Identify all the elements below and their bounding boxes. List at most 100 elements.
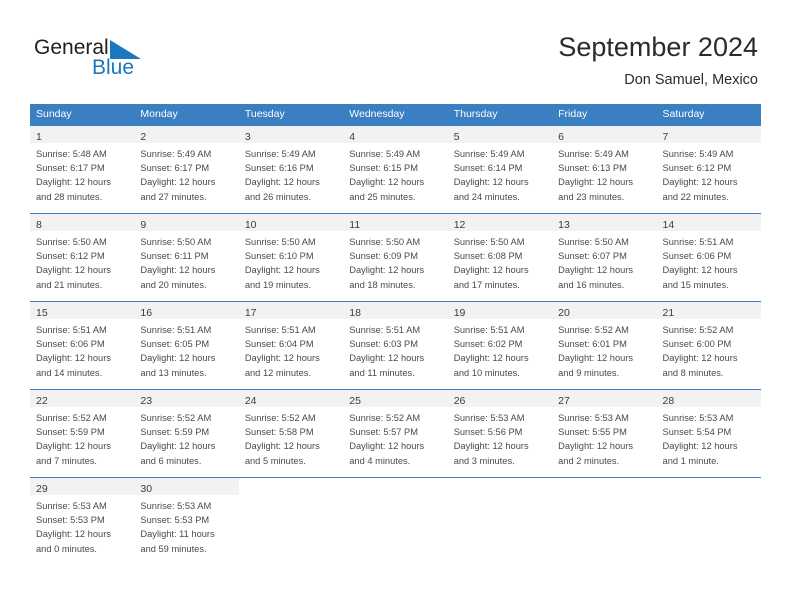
daylight-line-2: and 28 minutes.: [36, 191, 103, 202]
day-number-band: 13: [552, 214, 657, 231]
day-cell[interactable]: 16 Sunrise: 5:51 AM Sunset: 6:05 PM Dayl…: [134, 302, 239, 389]
day-cell[interactable]: 5 Sunrise: 5:49 AM Sunset: 6:14 PM Dayli…: [447, 126, 553, 213]
day-cell[interactable]: 20 Sunrise: 5:52 AM Sunset: 6:01 PM Dayl…: [552, 302, 657, 389]
daylight-line-2: and 14 minutes.: [36, 367, 103, 378]
day-details: Sunrise: 5:51 AM Sunset: 6:02 PM Dayligh…: [448, 319, 552, 380]
day-details: Sunrise: 5:53 AM Sunset: 5:53 PM Dayligh…: [134, 495, 238, 556]
sunset-line: Sunset: 5:55 PM: [558, 427, 627, 438]
page-header: General Blue September 2024 Don Samuel, …: [0, 0, 792, 100]
day-cell[interactable]: 15 Sunrise: 5:51 AM Sunset: 6:06 PM Dayl…: [30, 302, 135, 389]
daylight-line-1: Daylight: 12 hours: [662, 353, 738, 364]
day-details: Sunrise: 5:52 AM Sunset: 6:01 PM Dayligh…: [552, 319, 656, 380]
day-number-band: 5: [447, 126, 553, 143]
sunrise-line: Sunrise: 5:51 AM: [349, 325, 421, 335]
day-number-band: 19: [447, 302, 553, 319]
day-number-band: 16: [134, 302, 239, 319]
daylight-line-1: Daylight: 12 hours: [140, 353, 216, 364]
calendar-grid: Sunday Monday Tuesday Wednesday Thursday…: [30, 104, 761, 565]
day-number-band: 17: [238, 302, 344, 319]
day-cell[interactable]: 6 Sunrise: 5:49 AM Sunset: 6:13 PM Dayli…: [552, 126, 657, 213]
day-number: 1: [36, 131, 42, 143]
day-details: Sunrise: 5:50 AM Sunset: 6:07 PM Dayligh…: [552, 231, 656, 292]
day-number: 29: [36, 483, 48, 495]
day-details: Sunrise: 5:51 AM Sunset: 6:06 PM Dayligh…: [30, 319, 134, 380]
sunrise-line: Sunrise: 5:51 AM: [36, 325, 107, 335]
day-number: 7: [662, 131, 669, 143]
day-cell[interactable]: 1 Sunrise: 5:48 AM Sunset: 6:17 PM Dayli…: [30, 126, 135, 213]
sunrise-line: Sunrise: 5:49 AM: [453, 149, 525, 159]
day-cell-empty: [447, 478, 553, 565]
day-cell[interactable]: 14 Sunrise: 5:51 AM Sunset: 6:06 PM Dayl…: [656, 214, 761, 301]
sunset-line: Sunset: 6:00 PM: [662, 339, 732, 350]
daylight-line-1: Daylight: 12 hours: [36, 177, 111, 188]
day-cell[interactable]: 27 Sunrise: 5:53 AM Sunset: 5:55 PM Dayl…: [552, 390, 657, 477]
daylight-line-2: and 18 minutes.: [349, 279, 416, 290]
day-number-band: 30: [134, 478, 239, 495]
daylight-line-1: Daylight: 12 hours: [349, 441, 425, 452]
daylight-line-2: and 26 minutes.: [244, 191, 311, 202]
day-number: 28: [662, 395, 675, 407]
day-number-band: 26: [447, 390, 553, 407]
daylight-line-1: Daylight: 12 hours: [558, 353, 634, 364]
sunset-line: Sunset: 5:54 PM: [662, 427, 732, 438]
sunset-line: Sunset: 5:53 PM: [140, 515, 210, 526]
weekday-tuesday: Tuesday: [244, 108, 285, 120]
day-cell[interactable]: 25 Sunrise: 5:52 AM Sunset: 5:57 PM Dayl…: [343, 390, 448, 477]
day-cell[interactable]: 22 Sunrise: 5:52 AM Sunset: 5:59 PM Dayl…: [30, 390, 135, 477]
week-row: 8 Sunrise: 5:50 AM Sunset: 6:12 PM Dayli…: [30, 213, 761, 301]
day-cell[interactable]: 7 Sunrise: 5:49 AM Sunset: 6:12 PM Dayli…: [656, 126, 761, 213]
weekday-friday: Friday: [558, 108, 588, 120]
day-cell[interactable]: 2 Sunrise: 5:49 AM Sunset: 6:17 PM Dayli…: [134, 126, 239, 213]
day-number: 16: [140, 307, 153, 319]
daylight-line-2: and 10 minutes.: [453, 367, 520, 378]
sunrise-line: Sunrise: 5:52 AM: [36, 413, 107, 423]
week-row: 1 Sunrise: 5:48 AM Sunset: 6:17 PM Dayli…: [30, 125, 761, 213]
day-cell[interactable]: 13 Sunrise: 5:50 AM Sunset: 6:07 PM Dayl…: [552, 214, 657, 301]
day-cell[interactable]: 12 Sunrise: 5:50 AM Sunset: 6:08 PM Dayl…: [447, 214, 553, 301]
day-cell[interactable]: 18 Sunrise: 5:51 AM Sunset: 6:03 PM Dayl…: [343, 302, 448, 389]
day-cell[interactable]: 9 Sunrise: 5:50 AM Sunset: 6:11 PM Dayli…: [134, 214, 239, 301]
day-cell[interactable]: 8 Sunrise: 5:50 AM Sunset: 6:12 PM Dayli…: [30, 214, 135, 301]
day-number-band: 20: [552, 302, 657, 319]
day-cell[interactable]: 17 Sunrise: 5:51 AM Sunset: 6:04 PM Dayl…: [238, 302, 344, 389]
day-cell[interactable]: 21 Sunrise: 5:52 AM Sunset: 6:00 PM Dayl…: [656, 302, 761, 389]
day-details: Sunrise: 5:48 AM Sunset: 6:17 PM Dayligh…: [30, 143, 134, 204]
day-number-band: 7: [656, 126, 761, 143]
day-number-band: [657, 478, 761, 495]
general-blue-logo[interactable]: General Blue: [34, 36, 174, 82]
day-cell[interactable]: 4 Sunrise: 5:49 AM Sunset: 6:15 PM Dayli…: [343, 126, 448, 213]
day-number-band: 18: [343, 302, 448, 319]
sunrise-line: Sunrise: 5:49 AM: [244, 149, 316, 159]
daylight-line-2: and 19 minutes.: [244, 279, 311, 290]
daylight-line-1: Daylight: 12 hours: [558, 441, 634, 452]
day-cell[interactable]: 29 Sunrise: 5:53 AM Sunset: 5:53 PM Dayl…: [30, 478, 135, 565]
daylight-line-2: and 15 minutes.: [662, 279, 729, 290]
sunrise-line: Sunrise: 5:53 AM: [453, 413, 525, 423]
day-cell[interactable]: 19 Sunrise: 5:51 AM Sunset: 6:02 PM Dayl…: [447, 302, 553, 389]
sunset-line: Sunset: 6:02 PM: [453, 339, 523, 350]
daylight-line-1: Daylight: 12 hours: [244, 353, 320, 364]
day-number: 18: [349, 307, 361, 319]
day-number-band: 14: [656, 214, 761, 231]
daylight-line-2: and 27 minutes.: [140, 191, 207, 202]
sunrise-line: Sunrise: 5:51 AM: [662, 237, 734, 247]
day-details: Sunrise: 5:49 AM Sunset: 6:13 PM Dayligh…: [552, 143, 656, 204]
day-cell[interactable]: 10 Sunrise: 5:50 AM Sunset: 6:10 PM Dayl…: [238, 214, 344, 301]
sunset-line: Sunset: 6:12 PM: [36, 251, 105, 262]
daylight-line-1: Daylight: 12 hours: [662, 177, 738, 188]
day-cell[interactable]: 30 Sunrise: 5:53 AM Sunset: 5:53 PM Dayl…: [134, 478, 239, 565]
sunset-line: Sunset: 6:07 PM: [558, 251, 627, 262]
day-cell[interactable]: 23 Sunrise: 5:52 AM Sunset: 5:59 PM Dayl…: [134, 390, 239, 477]
sunrise-line: Sunrise: 5:50 AM: [140, 237, 212, 247]
day-number: 14: [662, 219, 675, 231]
sunset-line: Sunset: 5:57 PM: [349, 427, 418, 438]
day-cell[interactable]: 3 Sunrise: 5:49 AM Sunset: 6:16 PM Dayli…: [238, 126, 344, 213]
sunset-line: Sunset: 6:01 PM: [558, 339, 627, 350]
sunrise-line: Sunrise: 5:49 AM: [140, 149, 212, 159]
day-cell[interactable]: 26 Sunrise: 5:53 AM Sunset: 5:56 PM Dayl…: [447, 390, 553, 477]
day-cell[interactable]: 11 Sunrise: 5:50 AM Sunset: 6:09 PM Dayl…: [343, 214, 448, 301]
day-cell[interactable]: 24 Sunrise: 5:52 AM Sunset: 5:58 PM Dayl…: [238, 390, 344, 477]
sunrise-line: Sunrise: 5:50 AM: [558, 237, 629, 247]
day-cell[interactable]: 28 Sunrise: 5:53 AM Sunset: 5:54 PM Dayl…: [656, 390, 761, 477]
day-number-band: 11: [343, 214, 448, 231]
